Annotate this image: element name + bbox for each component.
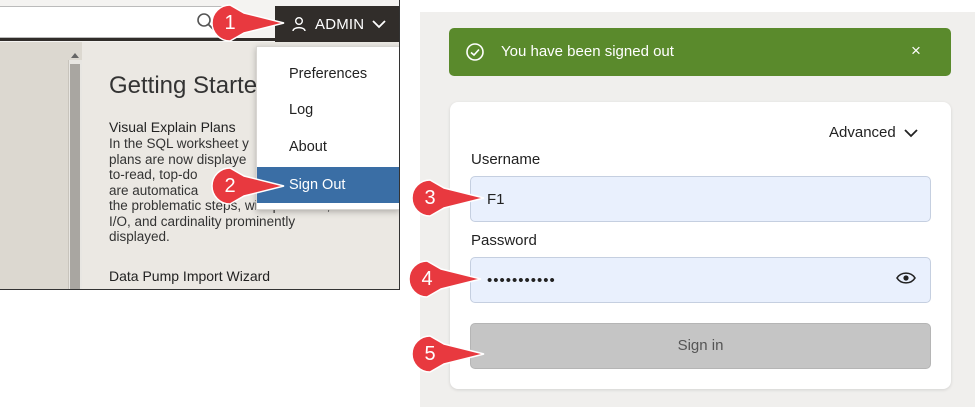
scroll-up-arrow[interactable] (71, 53, 79, 58)
para-line: I/O, and cardinality prominently (109, 213, 296, 229)
advanced-toggle[interactable]: Advanced (829, 124, 918, 141)
para-line: displayed. (109, 229, 170, 244)
step-marker-3: 3 (410, 178, 488, 218)
admin-user-menu[interactable]: ADMIN (275, 6, 399, 42)
menu-item-log[interactable]: Log (257, 92, 399, 128)
page-title: Getting Starte (109, 72, 258, 99)
eye-icon[interactable] (896, 271, 916, 285)
user-icon (292, 17, 306, 32)
username-label: Username (471, 151, 541, 168)
scrollbar-thumb[interactable] (70, 64, 80, 289)
toast-message: You have been signed out (501, 43, 674, 60)
marker-number: 4 (421, 268, 433, 290)
password-field[interactable] (470, 257, 931, 303)
close-icon[interactable]: × (911, 41, 921, 61)
step-marker-5: 5 (410, 334, 488, 374)
section-heading-data-pump: Data Pump Import Wizard (109, 268, 271, 284)
marker-number: 1 (224, 12, 236, 34)
password-label: Password (471, 232, 537, 249)
menu-item-about[interactable]: About (257, 129, 399, 165)
marker-number: 3 (424, 187, 436, 209)
admin-label: ADMIN (315, 15, 365, 33)
signed-out-toast: You have been signed out × (449, 28, 951, 76)
search-input[interactable] (0, 6, 222, 38)
app-window: ADMIN Getting Starte Visual Explain Plan… (0, 0, 400, 290)
step-marker-4: 4 (407, 259, 485, 299)
marker-number: 2 (224, 175, 236, 197)
username-field[interactable] (470, 176, 931, 222)
advanced-label: Advanced (829, 124, 896, 141)
step-marker-1: 1 (210, 3, 288, 43)
chevron-down-icon (904, 128, 918, 137)
step-marker-2: 2 (210, 166, 288, 206)
marker-number: 5 (424, 343, 436, 365)
chevron-down-icon (372, 20, 386, 29)
menu-item-preferences[interactable]: Preferences (257, 56, 399, 92)
sign-in-button[interactable]: Sign in (470, 323, 931, 369)
section-heading-visual-explain: Visual Explain Plans (109, 119, 236, 135)
check-circle-icon (466, 43, 484, 61)
